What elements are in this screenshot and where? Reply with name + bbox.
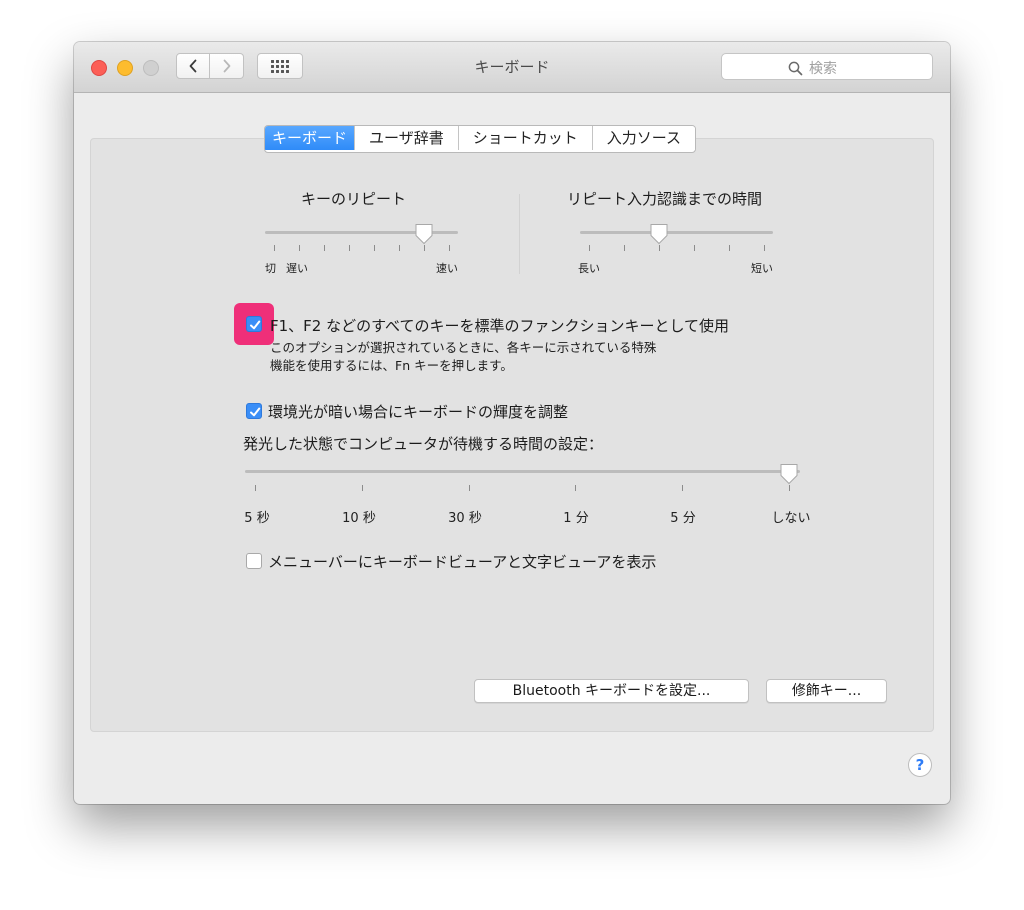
fn-keys-description-2: 機能を使用するには、Fn キーを押します。 xyxy=(270,358,513,373)
backlight-timeout-tick-label: 10 秒 xyxy=(342,511,376,526)
menubar-viewer-label[interactable]: メニューバーにキーボードビューアと文字ビューアを表示 xyxy=(268,551,656,572)
menubar-viewer-checkbox[interactable] xyxy=(246,553,262,569)
slider-tick xyxy=(589,245,590,251)
slider-tick xyxy=(324,245,325,251)
backlight-timeout-tick-label: 1 分 xyxy=(563,511,589,526)
repeat-delay-label-long: 長い xyxy=(578,262,600,275)
backlight-timeout-tick-label: しない xyxy=(771,511,811,526)
tab-user-dictionary[interactable]: ユーザ辞書 xyxy=(354,126,458,150)
fn-keys-checkbox[interactable] xyxy=(246,316,262,332)
tab-bar: キーボード ユーザ辞書 ショートカット 入力ソース xyxy=(264,125,696,153)
fn-keys-description-1: このオプションが選択されているときに、各キーに示されている特殊 xyxy=(270,340,657,355)
slider-tick xyxy=(374,245,375,251)
title-bar: キーボード 検索 xyxy=(74,42,950,93)
search-placeholder: 検索 xyxy=(809,61,837,77)
repeat-delay-label-short: 短い xyxy=(751,262,773,275)
bluetooth-keyboard-button[interactable]: Bluetooth キーボードを設定... xyxy=(474,679,749,703)
slider-tick xyxy=(255,485,256,491)
repeat-delay-track xyxy=(580,231,773,234)
slider-tick xyxy=(682,485,684,491)
slider-tick xyxy=(764,245,765,251)
slider-tick xyxy=(694,245,695,251)
key-repeat-title: キーのリピート xyxy=(301,190,407,208)
slider-tick xyxy=(449,245,450,251)
backlight-timeout-thumb[interactable] xyxy=(779,463,799,485)
checkmark-icon xyxy=(250,407,261,417)
slider-tick xyxy=(274,245,275,251)
tab-input-sources[interactable]: 入力ソース xyxy=(591,126,695,150)
slider-tick xyxy=(468,485,470,491)
backlight-timeout-title: 発光した状態でコンピュータが待機する時間の設定： xyxy=(243,435,604,453)
help-button[interactable]: ? xyxy=(908,753,932,777)
tab-keyboard[interactable]: キーボード xyxy=(265,126,354,150)
search-field[interactable]: 検索 xyxy=(721,53,933,80)
slider-tick xyxy=(624,245,625,251)
slider-tick xyxy=(361,485,363,491)
repeat-delay-title: リピート入力認識までの時間 xyxy=(567,190,763,208)
backlight-timeout-tick-label: 5 分 xyxy=(670,511,696,526)
search-icon xyxy=(788,61,803,75)
checkmark-icon xyxy=(250,320,261,330)
slider-tick xyxy=(575,485,577,491)
tab-shortcuts[interactable]: ショートカット xyxy=(457,126,592,150)
slider-tick xyxy=(424,245,425,251)
key-repeat-label-slow: 遅い xyxy=(286,262,308,275)
backlight-timeout-track xyxy=(245,470,800,473)
key-repeat-thumb[interactable] xyxy=(414,223,434,245)
repeat-delay-thumb[interactable] xyxy=(649,223,669,245)
slider-tick xyxy=(349,245,350,251)
key-repeat-label-off: 切 xyxy=(265,262,276,275)
keyboard-preferences-window: キーボード 検索 キーボード ユーザ辞書 ショートカット 入力ソース キーのリピ… xyxy=(74,42,950,804)
slider-tick xyxy=(789,485,790,491)
slider-tick xyxy=(659,245,660,251)
slider-tick xyxy=(299,245,300,251)
slider-tick xyxy=(729,245,730,251)
modifier-keys-button[interactable]: 修飾キー... xyxy=(766,679,887,703)
brightness-checkbox[interactable] xyxy=(246,403,262,419)
slider-tick xyxy=(399,245,400,251)
backlight-timeout-tick-label: 5 秒 xyxy=(244,511,270,526)
brightness-label[interactable]: 環境光が暗い場合にキーボードの輝度を調整 xyxy=(268,401,568,422)
slider-separator xyxy=(519,194,520,274)
key-repeat-label-fast: 速い xyxy=(436,262,458,275)
fn-keys-label[interactable]: F1、F2 などのすべてのキーを標準のファンクションキーとして使用 xyxy=(270,315,729,336)
backlight-timeout-tick-label: 30 秒 xyxy=(448,511,482,526)
